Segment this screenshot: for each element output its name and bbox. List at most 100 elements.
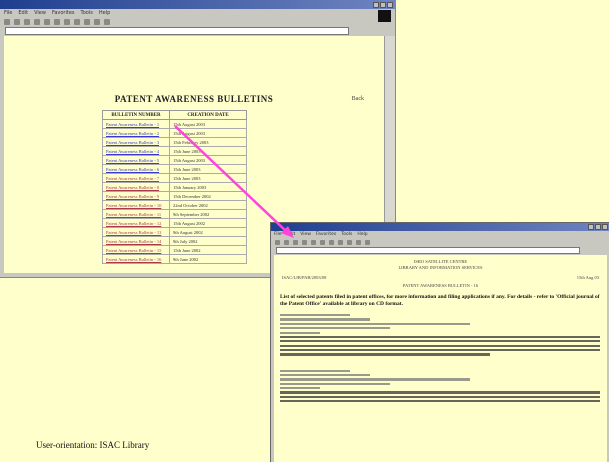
page-content: ISRO SATELLITE CENTRE LIBRARY AND INFORM…	[274, 255, 607, 462]
address-input[interactable]	[5, 27, 349, 35]
text-line	[280, 400, 600, 403]
bulletin-link[interactable]: Patent Awareness Bulletin - 15	[102, 245, 170, 255]
table-row: Patent Awareness Bulletin - 14 9th July 2…	[102, 236, 247, 246]
table-header-row: BULLETIN NUMBER CREATION DATE	[102, 110, 247, 120]
mail-icon[interactable]	[84, 19, 90, 25]
maximize-button[interactable]	[595, 224, 601, 230]
table-row: Patent Awareness Bulletin - 5 15th August…	[102, 155, 247, 165]
text-line	[280, 353, 490, 356]
menu-bar: File Edit View Favorites Tools Help	[0, 9, 395, 17]
favorites-icon[interactable]	[329, 240, 334, 245]
text-line	[280, 331, 320, 334]
creation-date: 15th February 2003	[169, 137, 247, 147]
menu-item[interactable]: File	[274, 232, 282, 237]
close-button[interactable]	[602, 224, 608, 230]
refresh-icon[interactable]	[34, 19, 40, 25]
creation-date: 15th August 2003	[169, 128, 247, 138]
menu-bar: File Edit View Favorites Tools Help	[271, 231, 609, 238]
menu-item[interactable]: View	[34, 10, 46, 16]
bulletin-link[interactable]: Patent Awareness Bulletin - 5	[102, 155, 170, 165]
creation-date: 15th June 2003	[169, 173, 247, 183]
address-input[interactable]	[276, 247, 580, 254]
column-header: CREATION DATE	[169, 110, 247, 120]
menu-item[interactable]: Edit	[287, 232, 296, 237]
edit-icon[interactable]	[365, 240, 370, 245]
menu-item[interactable]: Tools	[341, 232, 352, 237]
text-line	[280, 318, 370, 321]
creation-date: 15th June 2003	[169, 164, 247, 174]
reference-date: 15th Aug 03	[576, 275, 599, 280]
bulletin-link[interactable]: Patent Awareness Bulletin - 13	[102, 227, 170, 237]
table-row: Patent Awareness Bulletin - 8 15th Januar…	[102, 182, 247, 192]
bulletin-label: PATENT AWARENESS BULLETIN - 16	[402, 283, 479, 288]
creation-date: 15th January 2003	[169, 182, 247, 192]
menu-item[interactable]: File	[4, 10, 12, 16]
history-icon[interactable]	[338, 240, 343, 245]
bulletin-table: BULLETIN NUMBER CREATION DATE Patent Awa…	[102, 110, 247, 264]
table-row: Patent Awareness Bulletin - 7 15th June 2…	[102, 173, 247, 183]
text-line	[280, 335, 600, 339]
browser-window-bulletin-detail: File Edit View Favorites Tools Help ISRO…	[270, 222, 609, 462]
bulletin-link[interactable]: Patent Awareness Bulletin - 8	[102, 182, 170, 192]
menu-item[interactable]: Favorites	[316, 232, 336, 237]
bulletin-link[interactable]: Patent Awareness Bulletin - 7	[102, 173, 170, 183]
page-title: PATENT AWARENESS BULLETINS	[114, 94, 274, 104]
menu-item[interactable]: Favorites	[52, 10, 75, 16]
creation-date: 15th August 2002	[169, 218, 247, 228]
print-icon[interactable]	[94, 19, 100, 25]
title-bar	[271, 223, 609, 231]
refresh-icon[interactable]	[302, 240, 307, 245]
bulletin-link[interactable]: Patent Awareness Bulletin - 11	[102, 209, 170, 219]
bulletin-link[interactable]: Patent Awareness Bulletin - 3	[102, 137, 170, 147]
history-icon[interactable]	[74, 19, 80, 25]
back-icon[interactable]	[4, 19, 10, 25]
forward-icon[interactable]	[14, 19, 20, 25]
menu-item[interactable]: Help	[99, 10, 110, 16]
maximize-button[interactable]	[380, 1, 386, 8]
home-icon[interactable]	[44, 19, 50, 25]
menu-item[interactable]: Tools	[81, 10, 93, 16]
text-line	[280, 373, 370, 377]
bulletin-link[interactable]: Patent Awareness Bulletin - 4	[102, 146, 170, 156]
address-bar	[271, 247, 609, 254]
minimize-button[interactable]	[588, 224, 594, 230]
patent-record	[274, 314, 607, 356]
table-row: Patent Awareness Bulletin - 15 15th June …	[102, 245, 247, 255]
title-bar	[0, 0, 395, 9]
menu-item[interactable]: Help	[357, 232, 367, 237]
bulletin-link[interactable]: Patent Awareness Bulletin - 10	[102, 200, 170, 210]
stop-icon[interactable]	[293, 240, 298, 245]
print-icon[interactable]	[356, 240, 361, 245]
stop-icon[interactable]	[24, 19, 30, 25]
edit-icon[interactable]	[104, 19, 110, 25]
address-bar	[0, 27, 395, 35]
creation-date: 15th December 2002	[169, 191, 247, 201]
bulletin-link[interactable]: Patent Awareness Bulletin - 9	[102, 191, 170, 201]
mail-icon[interactable]	[347, 240, 352, 245]
bulletin-link[interactable]: Patent Awareness Bulletin - 6	[102, 164, 170, 174]
minimize-button[interactable]	[373, 1, 379, 8]
favorites-icon[interactable]	[64, 19, 70, 25]
forward-icon[interactable]	[284, 240, 289, 245]
table-row: Patent Awareness Bulletin - 16 9th June 2…	[102, 254, 247, 264]
menu-item[interactable]: View	[300, 232, 311, 237]
creation-date: 15th June 2003	[169, 146, 247, 156]
text-line	[280, 378, 470, 381]
bulletin-link[interactable]: Patent Awareness Bulletin - 12	[102, 218, 170, 228]
table-row: Patent Awareness Bulletin - 11 9th Septem…	[102, 209, 247, 219]
table-row: Patent Awareness Bulletin - 6 15th June 2…	[102, 164, 247, 174]
bulletin-link[interactable]: Patent Awareness Bulletin - 14	[102, 236, 170, 246]
back-icon[interactable]	[275, 240, 280, 245]
text-line	[280, 395, 600, 398]
table-row: Patent Awareness Bulletin - 13 9th August…	[102, 227, 247, 237]
search-icon[interactable]	[54, 19, 60, 25]
text-line	[280, 327, 390, 330]
bulletin-link[interactable]: Patent Awareness Bulletin - 2	[102, 128, 170, 138]
search-icon[interactable]	[320, 240, 325, 245]
close-button[interactable]	[387, 1, 393, 8]
menu-item[interactable]: Edit	[18, 10, 28, 16]
home-icon[interactable]	[311, 240, 316, 245]
bulletin-link[interactable]: Patent Awareness Bulletin - 1	[102, 119, 170, 129]
column-header: BULLETIN NUMBER	[102, 110, 170, 120]
bulletin-link[interactable]: Patent Awareness Bulletin - 16	[102, 254, 170, 264]
